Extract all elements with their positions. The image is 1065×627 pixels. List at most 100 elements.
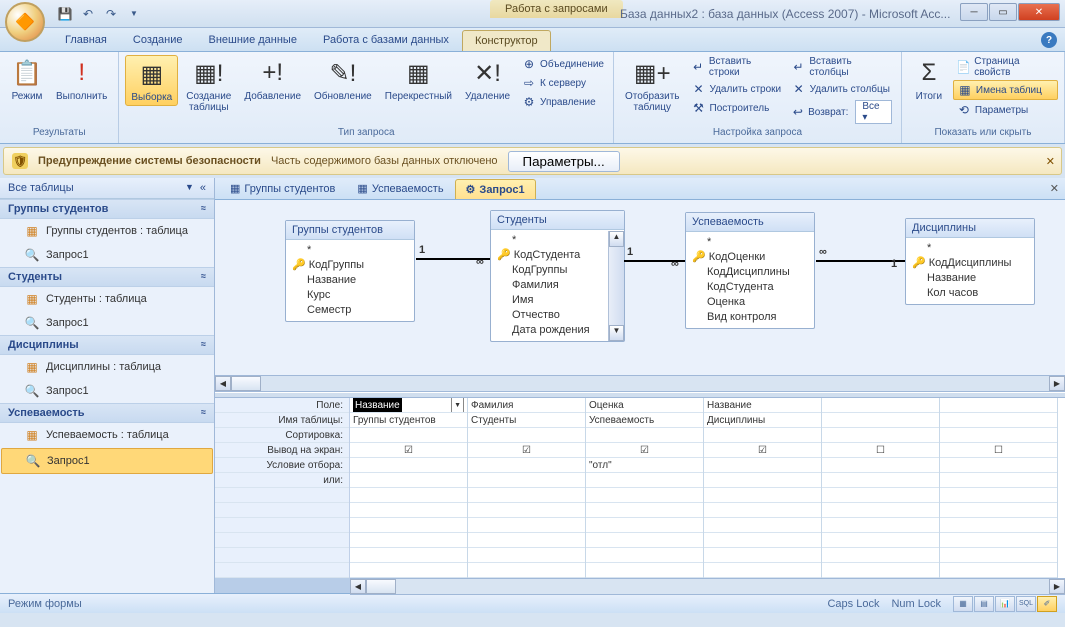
grid-cell[interactable] [940, 563, 1057, 578]
grid-cell[interactable] [822, 533, 939, 548]
grid-cell[interactable] [586, 503, 703, 518]
grid-cell[interactable] [822, 473, 939, 488]
horizontal-scrollbar[interactable]: ◀ ▶ [215, 375, 1065, 392]
grid-cell[interactable] [468, 548, 585, 563]
grid-column[interactable]: ОценкаУспеваемость☑"отл" [586, 398, 704, 578]
sort-cell[interactable] [350, 428, 467, 443]
criteria-cell[interactable]: "отл" [586, 458, 703, 473]
scroll-left-icon[interactable]: ◀ [350, 579, 366, 594]
grid-cell[interactable] [350, 473, 467, 488]
table-box[interactable]: Успеваемость*🔑КодОценкиКодДисциплиныКодС… [685, 212, 815, 329]
ribbon-small-button[interactable]: ⚒Построитель [688, 99, 785, 117]
show-checkbox[interactable]: ☐ [822, 443, 939, 458]
sort-cell[interactable] [940, 428, 1057, 443]
grid-scrollbar[interactable]: ◀ ▶ [350, 578, 1065, 595]
sort-cell[interactable] [468, 428, 585, 443]
nav-group-header[interactable]: Дисциплины≈ [0, 335, 214, 355]
grid-cell[interactable] [704, 473, 821, 488]
ribbon-small-button[interactable]: ↵Вставить столбцы [788, 55, 895, 79]
minimize-button[interactable]: ─ [960, 3, 988, 21]
grid-cell[interactable] [940, 473, 1057, 488]
ribbon-button[interactable]: ΣИтоги [908, 55, 950, 104]
field-cell[interactable]: Оценка [586, 398, 703, 413]
grid-cell[interactable] [586, 518, 703, 533]
grid-cell[interactable] [468, 488, 585, 503]
ribbon-small-button[interactable]: ⇨К серверу [518, 74, 607, 92]
nav-item[interactable]: 🔍Запрос1 [0, 379, 214, 403]
help-button[interactable]: ? [1041, 32, 1057, 48]
nav-item[interactable]: 🔍Запрос1 [1, 448, 213, 474]
ribbon-small-button[interactable]: ▦Имена таблиц [953, 80, 1058, 100]
datasheet-view-button[interactable]: ▦ [953, 596, 973, 612]
security-close-icon[interactable]: ✕ [1046, 155, 1055, 168]
criteria-cell[interactable] [350, 458, 467, 473]
nav-group-header[interactable]: Группы студентов≈ [0, 199, 214, 219]
grid-cell[interactable] [704, 488, 821, 503]
sql-view-button[interactable]: SQL [1016, 596, 1036, 612]
grid-cell[interactable] [822, 548, 939, 563]
field[interactable]: Фамилия [497, 278, 606, 293]
ribbon-button[interactable]: ▦Перекрестный [380, 55, 457, 104]
ribbon-tab-4[interactable]: Конструктор [462, 30, 551, 51]
field[interactable]: 🔑КодСтудента [497, 248, 606, 263]
grid-cell[interactable] [350, 518, 467, 533]
field[interactable]: Название [292, 273, 408, 288]
field[interactable]: Вид контроля [692, 310, 808, 325]
ribbon-button[interactable]: 📋Режим [6, 55, 48, 104]
field[interactable]: Курс [292, 288, 408, 303]
grid-cell[interactable] [704, 518, 821, 533]
table-cell[interactable] [940, 413, 1057, 428]
grid-column[interactable]: ☐ [822, 398, 940, 578]
field[interactable]: Кол часов [912, 286, 1028, 301]
grid-cell[interactable] [468, 518, 585, 533]
criteria-cell[interactable] [468, 458, 585, 473]
ribbon-button[interactable]: ✕!Удаление [460, 55, 515, 104]
field[interactable]: КодСтудента [692, 280, 808, 295]
ribbon-small-button[interactable]: ✕Удалить столбцы [788, 80, 895, 98]
field[interactable]: Семестр [292, 303, 408, 318]
field[interactable]: 🔑КодГруппы [292, 258, 408, 273]
grid-cell[interactable] [586, 488, 703, 503]
nav-collapse-icon[interactable]: « [200, 182, 206, 194]
grid-cell[interactable] [350, 563, 467, 578]
ribbon-small-button[interactable]: 📄Страница свойств [953, 55, 1058, 79]
undo-button[interactable]: ↶ [78, 4, 98, 24]
nav-item[interactable]: 🔍Запрос1 [0, 243, 214, 267]
ribbon-small-button[interactable]: ✕Удалить строки [688, 80, 785, 98]
nav-group-header[interactable]: Студенты≈ [0, 267, 214, 287]
query-grid[interactable]: Поле:Имя таблицы:Сортировка:Вывод на экр… [215, 398, 1065, 578]
nav-header[interactable]: Все таблицы ▼« [0, 178, 214, 199]
table-cell[interactable]: Студенты [468, 413, 585, 428]
ribbon-button[interactable]: +!Добавление [239, 55, 306, 104]
ribbon-tab-3[interactable]: Работа с базами данных [310, 29, 462, 51]
pivot-view-button[interactable]: ▤ [974, 596, 994, 612]
field-cell[interactable]: Название [704, 398, 821, 413]
table-diagram-pane[interactable]: Группы студентов*🔑КодГруппыНазваниеКурсС… [215, 200, 1065, 375]
close-button[interactable]: ✕ [1018, 3, 1060, 21]
criteria-cell[interactable] [822, 458, 939, 473]
grid-cell[interactable] [350, 503, 467, 518]
field[interactable]: Название [912, 271, 1028, 286]
grid-cell[interactable] [586, 473, 703, 488]
ribbon-small-button[interactable]: ↩Возврат:Все ▾ [788, 99, 895, 125]
ribbon-button[interactable]: ✎!Обновление [309, 55, 377, 104]
field[interactable]: * [292, 243, 408, 258]
show-checkbox[interactable]: ☑ [586, 443, 703, 458]
grid-cell[interactable] [940, 548, 1057, 563]
field-cell[interactable] [940, 398, 1057, 413]
ribbon-button[interactable]: ▦!Создание таблицы [181, 55, 236, 115]
close-tab-icon[interactable]: ✕ [1050, 182, 1059, 195]
grid-cell[interactable] [350, 548, 467, 563]
scrollbar[interactable]: ▲▼ [608, 231, 624, 341]
security-options-button[interactable]: Параметры... [508, 151, 620, 172]
ribbon-tab-1[interactable]: Создание [120, 29, 196, 51]
grid-cell[interactable] [822, 488, 939, 503]
design-view-button[interactable]: ✐ [1037, 596, 1057, 612]
document-tab[interactable]: ▦Группы студентов [219, 178, 346, 199]
grid-cell[interactable] [940, 503, 1057, 518]
field[interactable]: Отчество [497, 308, 606, 323]
field-cell[interactable]: Название▼ [350, 398, 467, 413]
grid-cell[interactable] [704, 533, 821, 548]
grid-cell[interactable] [940, 533, 1057, 548]
field[interactable]: КодГруппы [497, 263, 606, 278]
